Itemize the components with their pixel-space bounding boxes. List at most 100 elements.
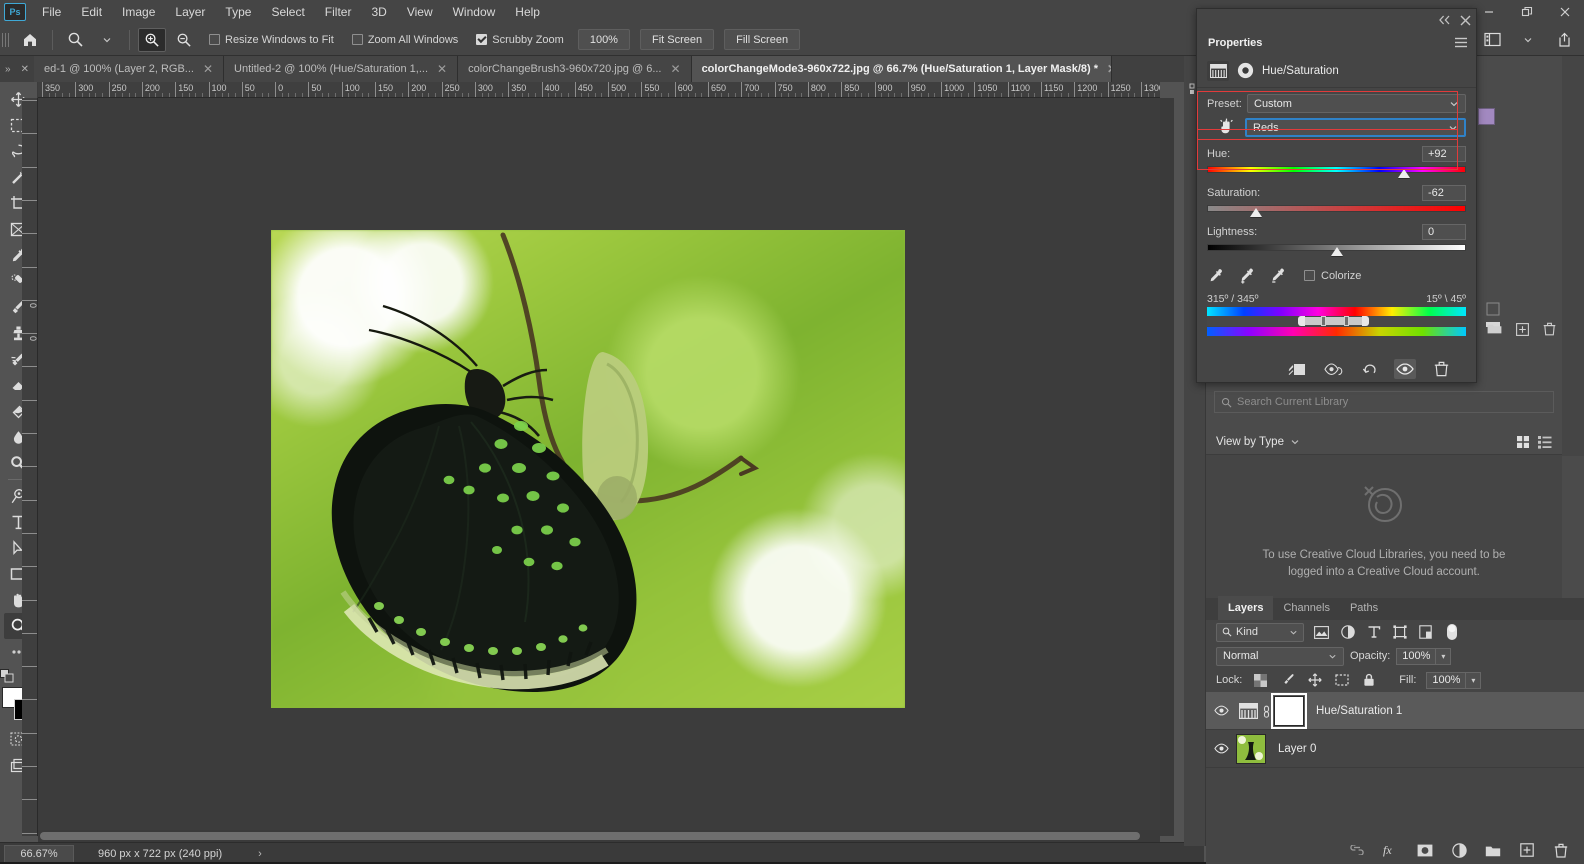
clip-to-layer-icon[interactable] xyxy=(1286,359,1308,379)
tab-channels[interactable]: Channels xyxy=(1273,596,1339,620)
eyedropper-subtract-icon[interactable] xyxy=(1269,267,1286,284)
vertical-ruler[interactable]: 00 xyxy=(22,98,38,836)
fill-screen-button[interactable]: Fill Screen xyxy=(724,29,800,50)
document-image[interactable] xyxy=(271,230,905,708)
scrollbar-thumb[interactable] xyxy=(40,832,1140,840)
document-tab-4-active[interactable]: colorChangeMode3-960x722.jpg @ 66.7% (Hu… xyxy=(692,56,1112,82)
document-tab-2[interactable]: Untitled-2 @ 100% (Hue/Saturation 1,... … xyxy=(224,56,458,82)
filter-adjustment-icon[interactable] xyxy=(1339,624,1356,641)
menu-help[interactable]: Help xyxy=(505,2,550,22)
saturation-slider-thumb[interactable] xyxy=(1250,208,1262,217)
range-handle-outer-right[interactable] xyxy=(1362,316,1369,326)
delete-adjustment-icon[interactable] xyxy=(1430,359,1452,379)
channel-select[interactable]: Reds xyxy=(1245,118,1466,137)
add-library-item-icon[interactable] xyxy=(1516,323,1529,336)
saturation-slider[interactable] xyxy=(1207,202,1466,217)
default-colors-icon[interactable] xyxy=(0,669,14,683)
eyedropper-icon[interactable] xyxy=(1207,267,1224,284)
menu-type[interactable]: Type xyxy=(215,2,261,22)
new-adjustment-layer-icon[interactable] xyxy=(1450,841,1468,859)
range-handle-inner-left[interactable] xyxy=(1321,316,1326,326)
horizontal-ruler[interactable]: 3503002502001501005005010015020025030035… xyxy=(38,82,1160,98)
menu-select[interactable]: Select xyxy=(261,2,314,22)
fit-screen-button[interactable]: Fit Screen xyxy=(640,29,714,50)
adjustment-layer-icon[interactable] xyxy=(1236,703,1260,719)
tab-paths[interactable]: Paths xyxy=(1340,596,1388,620)
share-icon[interactable] xyxy=(1550,28,1578,52)
close-icon[interactable] xyxy=(1460,15,1471,26)
view-previous-state-icon[interactable] xyxy=(1322,359,1344,379)
new-library-folder-icon[interactable] xyxy=(1487,323,1502,335)
preset-select[interactable]: Custom xyxy=(1247,94,1466,113)
fx-icon[interactable]: fx xyxy=(1382,841,1400,859)
range-inner-band[interactable] xyxy=(1300,317,1362,325)
layer-filter-kind-select[interactable]: Kind xyxy=(1216,623,1304,642)
chevron-down-icon[interactable] xyxy=(1514,28,1542,52)
menu-window[interactable]: Window xyxy=(443,2,506,22)
toggle-layer-visibility-icon[interactable] xyxy=(1394,359,1416,379)
new-group-icon[interactable] xyxy=(1484,841,1502,859)
menu-edit[interactable]: Edit xyxy=(71,2,112,22)
tab-layers[interactable]: Layers xyxy=(1218,596,1273,620)
range-handle-outer-left[interactable] xyxy=(1298,316,1305,326)
zoom-out-button[interactable] xyxy=(170,28,198,52)
zoom-all-windows-checkbox[interactable]: Zoom All Windows xyxy=(352,34,458,46)
home-icon[interactable] xyxy=(16,28,44,52)
vertical-scrollbar[interactable] xyxy=(1160,98,1174,836)
lock-artboard-icon[interactable] xyxy=(1333,672,1350,689)
filter-toggle-icon[interactable] xyxy=(1443,624,1460,641)
eyedropper-add-icon[interactable] xyxy=(1238,267,1255,284)
document-tab-1[interactable]: ed-1 @ 100% (Layer 2, RGB... ✕ xyxy=(34,56,224,82)
layer-visibility-toggle[interactable] xyxy=(1206,705,1236,716)
hue-value-field[interactable]: +92 xyxy=(1422,146,1466,162)
layer-mask-thumbnail[interactable] xyxy=(1274,696,1304,726)
adjustment-preview-icon[interactable] xyxy=(1237,62,1254,79)
link-mask-icon[interactable] xyxy=(1260,704,1272,718)
lightness-value-field[interactable]: 0 xyxy=(1422,224,1466,240)
layer-row-hue-saturation[interactable]: Hue/Saturation 1 xyxy=(1206,692,1584,730)
zoom-tool-icon[interactable] xyxy=(61,28,89,52)
range-handle-inner-right[interactable] xyxy=(1344,316,1349,326)
layer-row-layer-0[interactable]: Layer 0 xyxy=(1206,730,1584,768)
view-by-type-label[interactable]: View by Type xyxy=(1216,436,1284,448)
opacity-chevron-icon[interactable]: ▾ xyxy=(1436,648,1451,665)
menu-filter[interactable]: Filter xyxy=(315,2,362,22)
menu-file[interactable]: File xyxy=(32,2,71,22)
collapsed-panel-icon-column[interactable] xyxy=(1562,56,1584,456)
close-icon[interactable]: ✕ xyxy=(437,63,447,75)
opacity-value[interactable]: 100% xyxy=(1396,648,1436,665)
saturation-value-field[interactable]: -62 xyxy=(1422,185,1466,201)
menu-layer[interactable]: Layer xyxy=(165,2,215,22)
color-swatch-chip[interactable] xyxy=(1478,108,1495,125)
colorize-checkbox[interactable]: Colorize xyxy=(1304,270,1361,282)
list-view-icon[interactable] xyxy=(1538,435,1552,449)
close-icon[interactable]: ✕ xyxy=(671,63,681,75)
tab-overflow-handle[interactable]: » ✕ xyxy=(0,56,34,82)
blend-mode-select[interactable]: Normal xyxy=(1216,647,1344,666)
resize-windows-to-fit-checkbox[interactable]: Resize Windows to Fit xyxy=(209,34,334,46)
lightness-slider-thumb[interactable] xyxy=(1331,247,1343,256)
lock-image-icon[interactable] xyxy=(1279,672,1296,689)
add-layer-mask-icon[interactable] xyxy=(1416,841,1434,859)
lightness-slider[interactable] xyxy=(1207,241,1466,256)
tab-properties[interactable]: Properties xyxy=(1197,31,1273,54)
document-tab-3[interactable]: colorChangeBrush3-960x720.jpg @ 6... ✕ xyxy=(458,56,691,82)
hue-slider-thumb[interactable] xyxy=(1398,169,1410,178)
chevron-right-icon[interactable]: » xyxy=(5,64,11,75)
panel-menu-icon[interactable] xyxy=(1454,37,1468,48)
hue-saturation-adjustment-icon[interactable] xyxy=(1207,61,1229,81)
color-range-handles[interactable] xyxy=(1207,316,1466,326)
menu-image[interactable]: Image xyxy=(112,2,165,22)
canvas-area[interactable] xyxy=(38,98,1160,836)
lock-transparency-icon[interactable] xyxy=(1252,672,1269,689)
menu-3d[interactable]: 3D xyxy=(361,2,396,22)
menu-view[interactable]: View xyxy=(397,2,443,22)
workspace-icon[interactable] xyxy=(1478,28,1506,52)
filter-smart-object-icon[interactable] xyxy=(1417,624,1434,641)
grid-view-icon[interactable] xyxy=(1516,435,1530,449)
close-button[interactable] xyxy=(1546,0,1584,24)
library-search-field[interactable]: Search Current Library xyxy=(1214,391,1554,413)
close-all-icon[interactable]: ✕ xyxy=(21,64,29,75)
lock-all-icon[interactable] xyxy=(1360,672,1377,689)
status-menu-arrow-icon[interactable]: › xyxy=(258,848,262,860)
